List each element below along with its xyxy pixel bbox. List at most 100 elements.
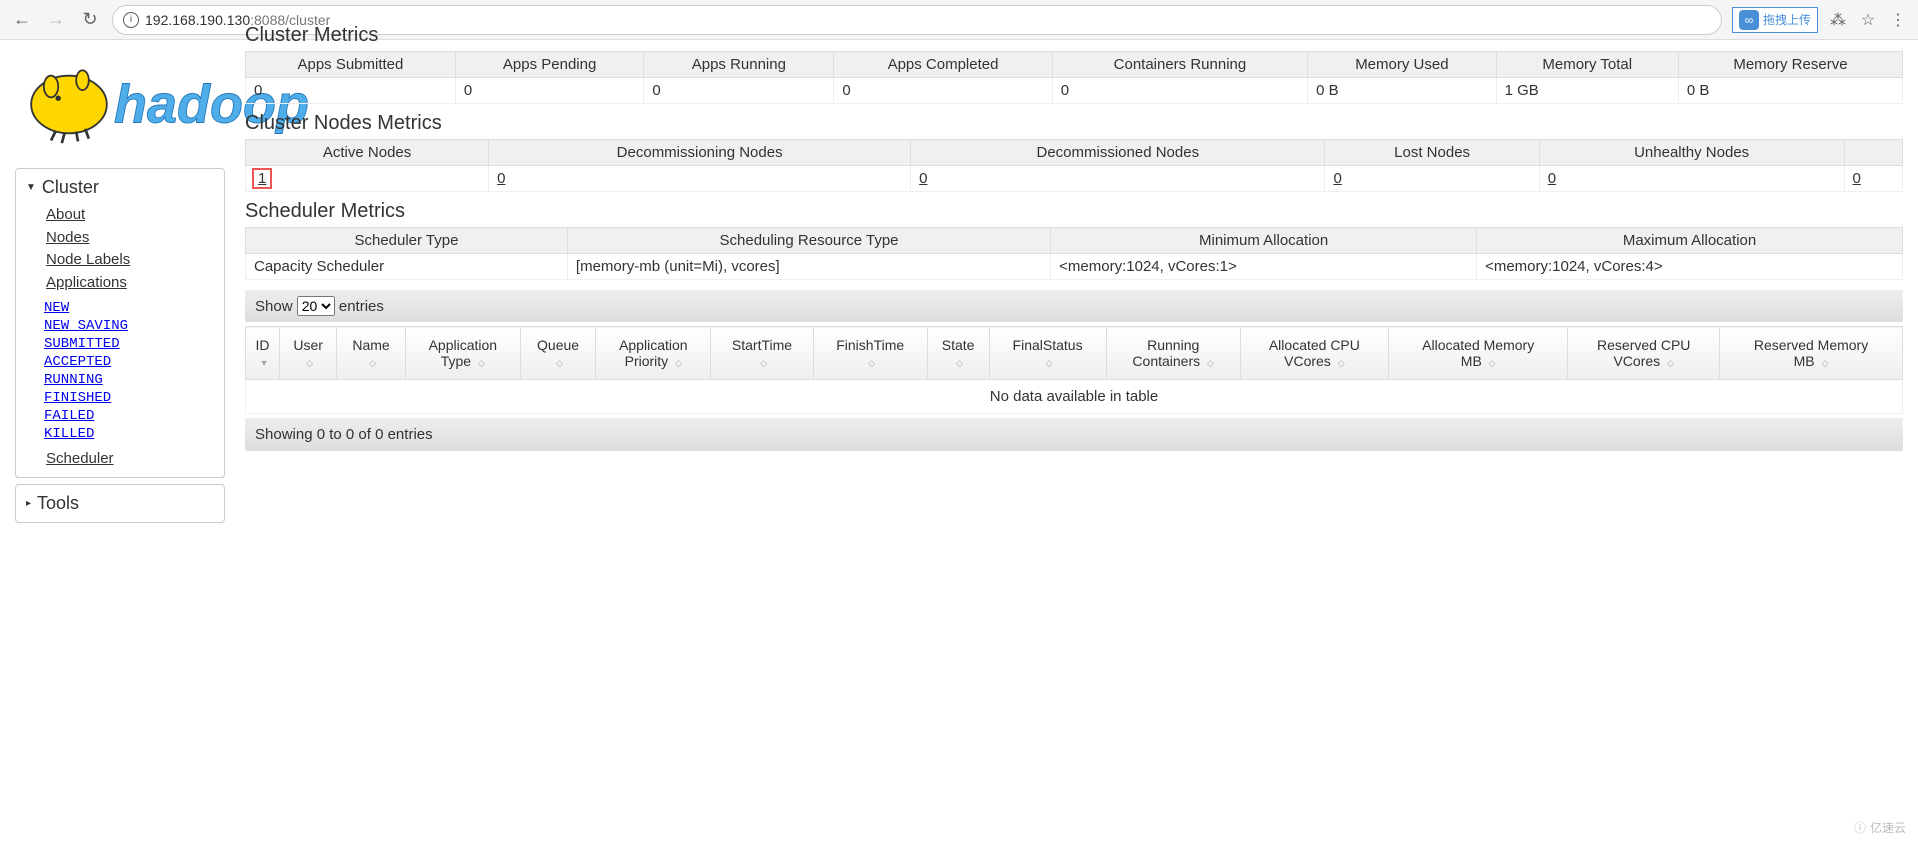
apps-column-header[interactable]: Queue◇: [520, 327, 596, 380]
reload-button[interactable]: ↻: [78, 8, 102, 32]
showing-info: Showing 0 to 0 of 0 entries: [245, 418, 1903, 451]
sort-icon: ▼: [260, 358, 269, 368]
apps-column-header[interactable]: Name◇: [337, 327, 406, 380]
info-icon: i: [123, 12, 139, 28]
entries-bar: Show 20 entries: [245, 290, 1903, 322]
column-header: Minimum Allocation: [1051, 228, 1477, 254]
nav-state-killed[interactable]: KILLED: [44, 426, 94, 442]
column-header: Maximum Allocation: [1477, 228, 1903, 254]
metric-value: 0: [911, 166, 1325, 192]
column-header: Containers Running: [1052, 52, 1307, 78]
column-header: Decommissioning Nodes: [489, 140, 911, 166]
metric-value: 0 B: [1678, 78, 1902, 104]
cluster-metrics-heading: Cluster Metrics: [245, 24, 1903, 47]
chevron-down-icon: ▼: [26, 182, 36, 193]
no-data-message: No data available in table: [246, 380, 1903, 414]
main-content: All Applications Cluster Metrics Apps Su…: [245, 55, 1903, 529]
metric-value: 0: [1052, 78, 1307, 104]
nav-scheduler[interactable]: Scheduler: [46, 450, 114, 467]
column-header: Apps Pending: [455, 52, 644, 78]
column-header: Apps Running: [644, 52, 834, 78]
apps-column-header[interactable]: Reserved CPUVCores ◇: [1568, 327, 1720, 380]
nav-state-new[interactable]: NEW: [44, 300, 69, 316]
apps-column-header[interactable]: FinishTime◇: [813, 327, 927, 380]
apps-column-header[interactable]: State◇: [927, 327, 989, 380]
metric-value: Capacity Scheduler: [246, 254, 568, 280]
nav-state-running[interactable]: RUNNING: [44, 372, 103, 388]
column-header: [1844, 140, 1903, 166]
nav-about[interactable]: About: [46, 206, 85, 223]
apps-column-header[interactable]: User◇: [280, 327, 337, 380]
nav-state-submitted[interactable]: SUBMITTED: [44, 336, 120, 352]
apps-column-header[interactable]: ApplicationPriority ◇: [596, 327, 711, 380]
apps-column-header[interactable]: FinalStatus◇: [989, 327, 1106, 380]
metric-link[interactable]: 1: [254, 170, 270, 187]
metric-value: 0: [455, 78, 644, 104]
nav-tools-header[interactable]: ▸ Tools: [16, 491, 224, 516]
apps-column-header[interactable]: ID▼: [246, 327, 280, 380]
apps-column-header[interactable]: ApplicationType ◇: [405, 327, 520, 380]
column-header: Memory Used: [1308, 52, 1496, 78]
metric-value: <memory:1024, vCores:4>: [1477, 254, 1903, 280]
metric-value: 0: [644, 78, 834, 104]
entries-label: entries: [339, 298, 384, 315]
forward-button[interactable]: →: [44, 8, 68, 32]
watermark-icon: ⓘ: [1854, 819, 1866, 836]
sort-icon: ◇: [1489, 358, 1496, 368]
sort-icon: ◇: [675, 358, 682, 368]
apps-column-header[interactable]: Allocated MemoryMB ◇: [1389, 327, 1568, 380]
nav-cluster-header[interactable]: ▼ Cluster: [16, 175, 224, 200]
sort-icon: ◇: [1207, 358, 1214, 368]
cluster-nodes-heading: Cluster Nodes Metrics: [245, 112, 1903, 135]
metric-link[interactable]: 0: [919, 170, 927, 187]
sort-icon: ◇: [868, 358, 875, 368]
metric-value: 1 GB: [1496, 78, 1678, 104]
metric-value: <memory:1024, vCores:1>: [1051, 254, 1477, 280]
apps-column-header[interactable]: RunningContainers ◇: [1106, 327, 1240, 380]
nav-state-finished[interactable]: FINISHED: [44, 390, 111, 406]
column-header: Memory Reserve: [1678, 52, 1902, 78]
watermark: ⓘ 亿速云: [1854, 819, 1906, 836]
metric-link[interactable]: 0: [1333, 170, 1341, 187]
scheduler-metrics-heading: Scheduler Metrics: [245, 200, 1903, 223]
apps-column-header[interactable]: StartTime◇: [711, 327, 813, 380]
sort-icon: ◇: [369, 358, 376, 368]
metric-value: 0: [1539, 166, 1844, 192]
nav-state-new-saving[interactable]: NEW_SAVING: [44, 318, 128, 334]
hadoop-logo: hadoop: [15, 55, 225, 148]
sort-icon: ◇: [1667, 358, 1674, 368]
column-header: Unhealthy Nodes: [1539, 140, 1844, 166]
column-header: Decommissioned Nodes: [911, 140, 1325, 166]
metric-link[interactable]: 0: [1548, 170, 1556, 187]
scheduler-metrics-table: Scheduler TypeScheduling Resource TypeMi…: [245, 227, 1903, 280]
sort-icon: ◇: [760, 358, 767, 368]
back-button[interactable]: ←: [10, 8, 34, 32]
column-header: Memory Total: [1496, 52, 1678, 78]
sort-icon: ◇: [1822, 358, 1829, 368]
nav-state-accepted[interactable]: ACCEPTED: [44, 354, 111, 370]
metric-value: 0: [246, 78, 456, 104]
metric-value: 0: [1844, 166, 1903, 192]
metric-value: 0: [834, 78, 1052, 104]
apps-column-header[interactable]: Reserved MemoryMB ◇: [1720, 327, 1903, 380]
column-header: Apps Completed: [834, 52, 1052, 78]
metric-value: 0: [1325, 166, 1539, 192]
sort-icon: ◇: [956, 358, 963, 368]
sidebar: hadoop ▼ Cluster About Nodes Node Labels…: [15, 55, 225, 529]
sort-icon: ◇: [478, 358, 485, 368]
nav-state-failed[interactable]: FAILED: [44, 408, 94, 424]
nav-nodes[interactable]: Nodes: [46, 229, 89, 246]
sort-icon: ◇: [1046, 358, 1053, 368]
nav-cluster-label: Cluster: [42, 177, 99, 198]
metric-value: 1: [246, 166, 489, 192]
nav-applications[interactable]: Applications: [46, 274, 127, 291]
chevron-right-icon: ▸: [26, 498, 31, 509]
metric-link[interactable]: 0: [497, 170, 505, 187]
nav-node-labels[interactable]: Node Labels: [46, 251, 130, 268]
metric-value: 0: [489, 166, 911, 192]
entries-select[interactable]: 20: [297, 296, 335, 316]
metric-link[interactable]: 0: [1853, 170, 1861, 187]
sort-icon: ◇: [306, 358, 313, 368]
metric-value: 0 B: [1308, 78, 1496, 104]
apps-column-header[interactable]: Allocated CPUVCores ◇: [1240, 327, 1388, 380]
